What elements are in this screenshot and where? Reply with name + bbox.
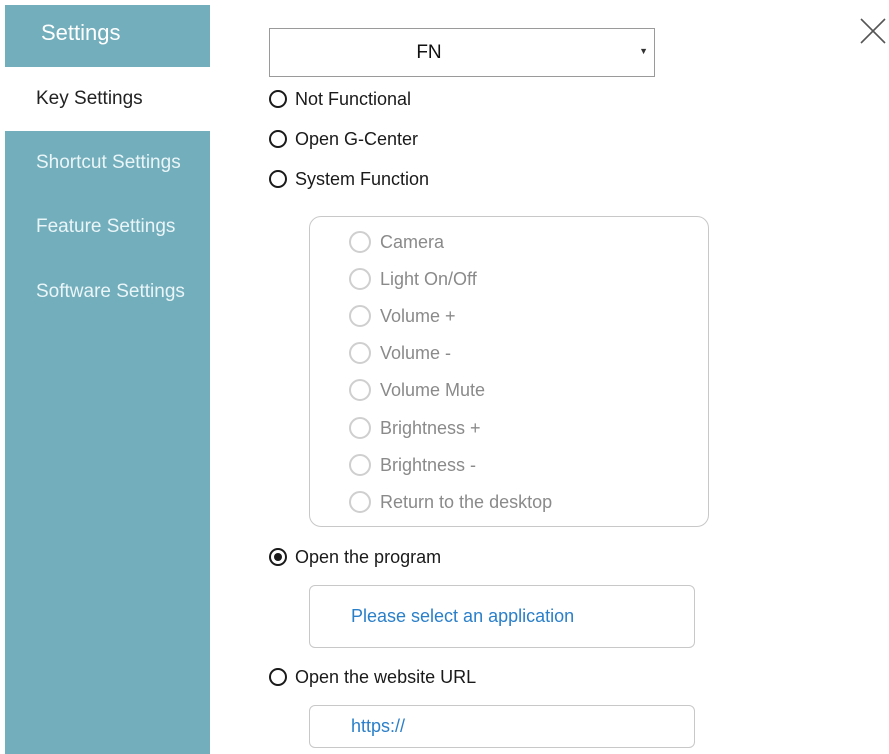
sidebar-title: Settings [41,20,121,45]
sidebar-item-key-settings[interactable]: Key Settings [5,67,210,131]
radio-circle-icon [349,305,371,327]
radio-circle-icon [349,379,371,401]
radio-label: Not Functional [295,88,412,109]
sub-option-label: Camera [380,231,445,252]
triangle-down-icon: ▼ [639,46,648,56]
radio-open-website[interactable]: Open the website URL [269,665,476,689]
radio-circle-icon [349,454,371,476]
radio-circle-icon [349,342,371,364]
key-select-dropdown[interactable]: FN ▼ [269,28,655,77]
sidebar-item-feature-settings[interactable]: Feature Settings [5,195,210,259]
sub-option-label: Brightness + [380,417,481,438]
sub-option-label: Volume Mute [380,379,486,400]
radio-selected-icon [269,548,287,566]
sub-option-brightness-up[interactable]: Brightness + [349,416,481,440]
radio-circle-icon [269,668,287,686]
radio-circle-icon [269,170,287,188]
radio-open-g-center[interactable]: Open G-Center [269,127,418,151]
key-select-value: FN [416,42,442,63]
sub-option-label: Volume - [380,342,452,363]
application-select-text: Please select an application [351,606,575,626]
close-icon [860,18,886,44]
sub-option-volume-mute[interactable]: Volume Mute [349,378,485,402]
sub-option-volume-up[interactable]: Volume + [349,304,456,328]
radio-circle-icon [349,268,371,290]
sub-option-label: Light On/Off [380,268,477,289]
url-input-text: https:// [351,716,406,736]
radio-circle-icon [349,417,371,439]
sidebar-item-shortcut-settings[interactable]: Shortcut Settings [5,131,210,195]
settings-window: Settings Key Settings Shortcut Settings … [0,0,889,754]
radio-circle-icon [269,130,287,148]
radio-system-function[interactable]: System Function [269,167,429,191]
radio-open-program[interactable]: Open the program [269,545,441,569]
sidebar-item-software-settings[interactable]: Software Settings [5,260,210,324]
url-input[interactable]: https:// [309,705,695,748]
radio-circle-icon [349,231,371,253]
radio-label: Open G-Center [295,128,419,149]
sub-option-label: Brightness - [380,454,477,475]
sub-option-label: Return to the desktop [380,491,553,512]
sub-option-label: Volume + [380,305,456,326]
close-button[interactable] [860,18,886,44]
sub-option-camera[interactable]: Camera [349,230,444,254]
sub-option-brightness-down[interactable]: Brightness - [349,453,476,477]
radio-not-functional[interactable]: Not Functional [269,87,411,111]
sub-option-return-desktop[interactable]: Return to the desktop [349,490,552,514]
sub-option-volume-down[interactable]: Volume - [349,341,451,365]
application-select-field[interactable]: Please select an application [309,585,695,648]
sub-option-light[interactable]: Light On/Off [349,267,477,291]
system-function-panel [309,216,709,527]
radio-label: System Function [295,168,430,189]
radio-circle-icon [269,90,287,108]
radio-circle-icon [349,491,371,513]
sidebar: Settings Key Settings Shortcut Settings … [5,5,210,754]
radio-label: Open the website URL [295,666,477,687]
radio-label: Open the program [295,546,442,567]
